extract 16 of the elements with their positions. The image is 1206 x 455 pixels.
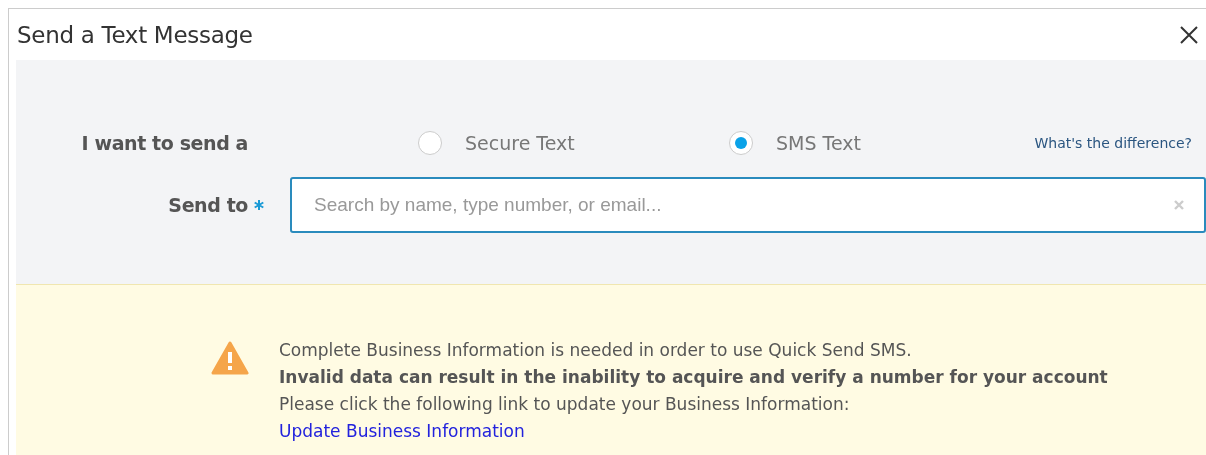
- radio-label: SMS Text: [776, 132, 861, 154]
- help-link[interactable]: What's the difference?: [1034, 135, 1206, 151]
- warning-icon: [211, 341, 249, 375]
- radio-button[interactable]: [729, 131, 753, 155]
- update-link[interactable]: Update Business Information: [279, 418, 525, 445]
- send-to-label: Send to: [167, 194, 248, 216]
- search-field[interactable]: Search by name, type number, or email...: [290, 177, 1206, 233]
- close-icon[interactable]: [1178, 23, 1200, 46]
- radio-label: Secure Text: [465, 132, 575, 154]
- warning-text: Complete Business Information is needed in order to use Quick Send SMS.: [279, 339, 913, 362]
- message-type-label: I want to send a: [80, 132, 248, 154]
- warning-text: Please click the following link to update your Business Information:: [279, 393, 851, 416]
- warning-text: Invalid data can result in the inability to acquire and verify a number for your account: [279, 366, 1108, 389]
- clear-icon[interactable]: [1174, 200, 1184, 210]
- radio-button[interactable]: [418, 131, 442, 155]
- dialog-title: Send a Text Message: [17, 21, 253, 48]
